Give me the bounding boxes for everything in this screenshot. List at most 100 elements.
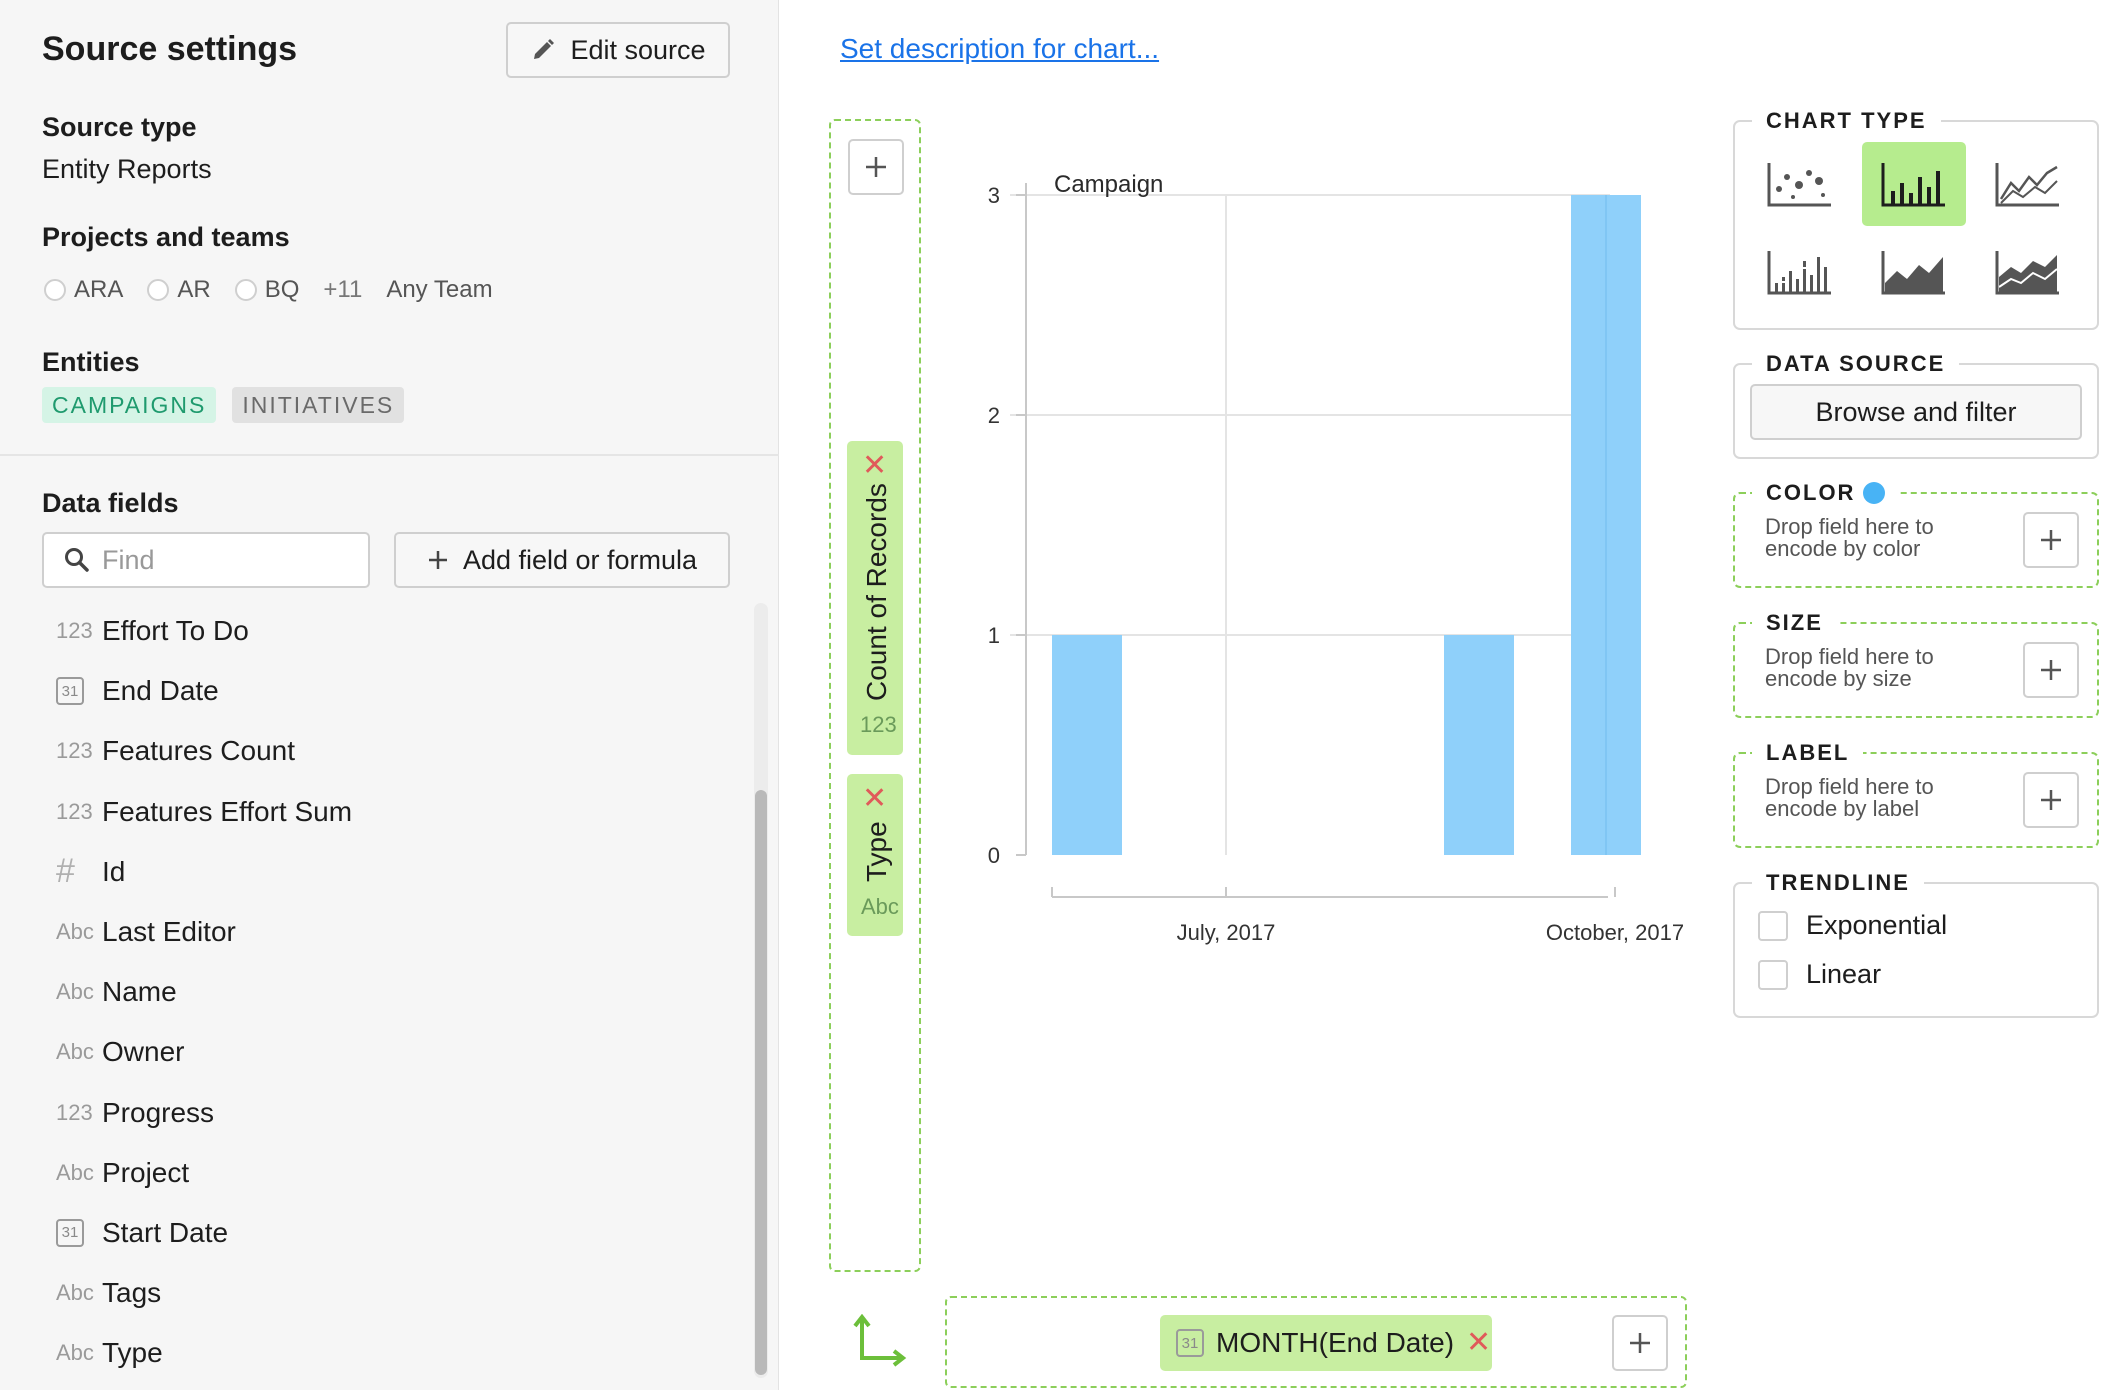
size-label: SIZE [1752,610,1837,636]
plus-icon [866,157,886,177]
area-chart-icon[interactable] [1862,230,1966,314]
plus-icon [428,551,447,569]
hash-icon: # [56,852,75,891]
label-label: LABEL [1752,740,1864,766]
data-field-item[interactable]: 123 Progress [40,1083,740,1143]
entity-chip-campaigns[interactable]: CAMPAIGNS [42,387,217,423]
data-field-item[interactable]: 123 Effort To Do [40,601,740,661]
entity-chip-initiatives[interactable]: INITIATIVES [232,387,405,423]
project-option-bq[interactable]: BQ [234,276,299,304]
line-chart-icon[interactable] [1976,142,2080,226]
data-field-item[interactable]: Abc Name [40,962,740,1022]
trendline-group [1733,882,2099,1018]
x-field-pill-month-end-date[interactable]: 31 MONTH(End Date) ✕ [1160,1315,1492,1371]
edit-source-button[interactable]: Edit source [506,22,730,78]
y-tick-label: 1 [988,623,1000,648]
projects-more-count[interactable]: +11 [323,276,362,304]
browse-filter-button[interactable]: Browse and filter [1750,384,2082,440]
source-type-value: Entity Reports [42,154,212,184]
numeric-type-icon: 123 [56,738,93,764]
chart-type-label: CHART TYPE [1752,108,1941,134]
data-field-item[interactable]: Abc Tags [40,1263,740,1323]
data-fields-title: Data fields [42,488,179,518]
data-field-item[interactable]: 31 Start Date [40,1203,740,1263]
calendar-icon: 31 [56,677,100,706]
source-type-label: Source type [42,112,197,142]
checkbox-icon[interactable] [1758,959,1788,990]
data-field-item[interactable]: Abc Last Editor [40,902,740,962]
x-tick-label: October, 2017 [1546,920,1684,945]
size-add-button[interactable] [2023,642,2079,698]
remove-field-icon[interactable]: ✕ [862,451,887,481]
dotted-bar-chart-icon[interactable] [1748,230,1852,314]
numeric-type-icon: 123 [56,798,93,824]
data-field-item[interactable]: Abc Project [40,1143,740,1203]
data-field-item[interactable]: # Id [40,842,740,902]
data-field-name: Features Effort Sum [102,795,353,827]
data-field-item[interactable]: Abc Type [40,1323,740,1383]
swap-axes-icon[interactable] [852,1314,908,1370]
color-swatch-icon[interactable] [1863,482,1886,504]
calendar-box: 31 [56,1218,84,1247]
chart-type-grid [1748,142,2088,314]
y-field-pill-label: Count of Records [861,483,892,702]
data-field-name: End Date [102,675,219,707]
label-add-button[interactable] [2023,772,2079,828]
entities-chips: CAMPAIGNS INITIATIVES [42,387,405,423]
remove-field-icon[interactable]: ✕ [862,784,887,814]
projects-teams-label: Projects and teams [42,222,290,252]
color-add-button[interactable] [2023,512,2079,568]
data-field-item[interactable]: 123 Features Count [40,721,740,781]
add-field-formula-button[interactable]: Add field or formula [394,532,730,588]
bar-chart: 0 1 2 3 July, 2017 October, 2017 Campaign [988,171,1684,945]
data-field-name: Features Count [102,735,295,767]
scatter-chart-icon[interactable] [1748,142,1852,226]
pencil-icon [534,39,555,59]
project-option-ar[interactable]: AR [147,276,211,304]
data-field-item[interactable]: Abc Owner [40,1022,740,1082]
y-tick-label: 3 [988,183,1000,208]
trendline-label: TRENDLINE [1752,870,1924,896]
calendar-box: 31 [56,677,84,706]
data-field-item[interactable]: 31 End Date [40,661,740,721]
color-legend: COLOR [1752,480,1900,506]
text-type-icon: Abc [56,979,94,1005]
color-hint: Drop field here to encode by color [1765,514,1934,561]
field-search-input[interactable]: Find [42,532,370,588]
data-field-name: Owner [102,1036,185,1068]
plus-icon [1630,1333,1650,1353]
data-fields-list: 123 Effort To Do 31 End Date 123 Features Cou… [40,601,740,1383]
data-field-name: Id [102,855,126,887]
trendline-linear-option[interactable]: Linear [1758,959,1881,990]
plus-icon [2041,790,2061,810]
field-search-placeholder: Find [102,544,155,575]
browse-filter-label: Browse and filter [1815,396,2017,427]
any-team-label[interactable]: Any Team [386,276,492,304]
y-axis-add-button[interactable] [848,139,904,195]
stacked-area-chart-icon[interactable] [1976,230,2080,314]
fields-scrollbar-thumb[interactable] [755,790,767,1375]
panel-divider [0,454,779,456]
x-axis-add-button[interactable] [1612,1315,1668,1371]
plus-icon [2041,530,2061,550]
x-tick-label: July, 2017 [1177,920,1276,945]
numeric-type-icon: 123 [56,1099,93,1125]
radio-icon [44,279,66,301]
remove-field-icon[interactable]: ✕ [1466,1328,1491,1358]
text-type-icon: Abc [56,1039,94,1065]
text-type-icon: Abc [56,1159,94,1185]
calendar-icon: 31 [56,1218,100,1247]
trendline-exponential-option[interactable]: Exponential [1758,910,1947,941]
text-type-icon: Abc [56,1340,94,1366]
edit-source-label: Edit source [570,34,706,65]
source-settings-title: Source settings [42,30,298,68]
chart-bar [1444,635,1514,855]
data-field-item[interactable]: 123 Features Effort Sum [40,782,740,842]
bar-chart-icon[interactable] [1862,142,1966,226]
numeric-type-icon: 123 [860,712,897,737]
project-option-ara[interactable]: ARA [44,276,123,304]
checkbox-icon[interactable] [1758,910,1788,941]
x-field-pill-label: MONTH(End Date) [1216,1327,1455,1358]
data-field-name: Start Date [102,1216,229,1248]
set-description-link[interactable]: Set description for chart... [840,33,1159,65]
